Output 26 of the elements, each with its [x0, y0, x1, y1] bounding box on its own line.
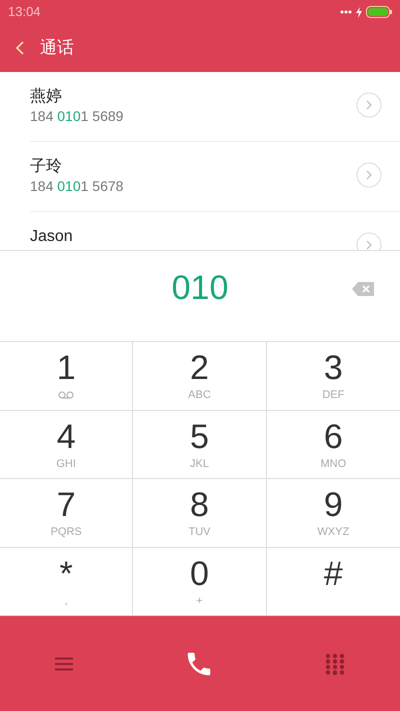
menu-icon [55, 656, 74, 671]
dial-key[interactable]: 1 [0, 342, 134, 410]
contact-number: 184 0101 5689 [30, 107, 124, 125]
dial-key[interactable]: 8 TUV [133, 479, 267, 548]
contact-name: Jason [30, 227, 73, 247]
signal-dots-icon [340, 10, 352, 14]
dial-key[interactable]: 7 PQRS [0, 479, 134, 548]
voicemail-icon [58, 391, 74, 400]
dial-key[interactable]: 2 ABC [133, 342, 267, 410]
battery-icon [366, 6, 392, 18]
contact-row[interactable]: 子玲 184 0101 5678 [30, 142, 400, 212]
dial-key[interactable]: * , [0, 548, 134, 616]
dial-key[interactable]: 5 JKL [133, 410, 267, 479]
status-time: 13:04 [8, 3, 41, 22]
screen-title: 通话 [40, 37, 74, 60]
contact-name: 子玲 [30, 157, 63, 177]
back-icon [14, 40, 26, 56]
dial-key[interactable]: 0 + [133, 548, 267, 616]
dialed-number: 010 [172, 271, 228, 305]
dialpad-icon [324, 652, 345, 675]
details-button[interactable] [356, 162, 382, 188]
contact-name: 燕婷 [30, 87, 63, 107]
contact-number: 184 0101 5678 [30, 177, 124, 195]
details-button[interactable] [356, 92, 382, 118]
dial-key[interactable]: 4 GHI [0, 410, 134, 479]
contact-row[interactable]: 燕婷 184 0101 5689 [30, 72, 400, 142]
